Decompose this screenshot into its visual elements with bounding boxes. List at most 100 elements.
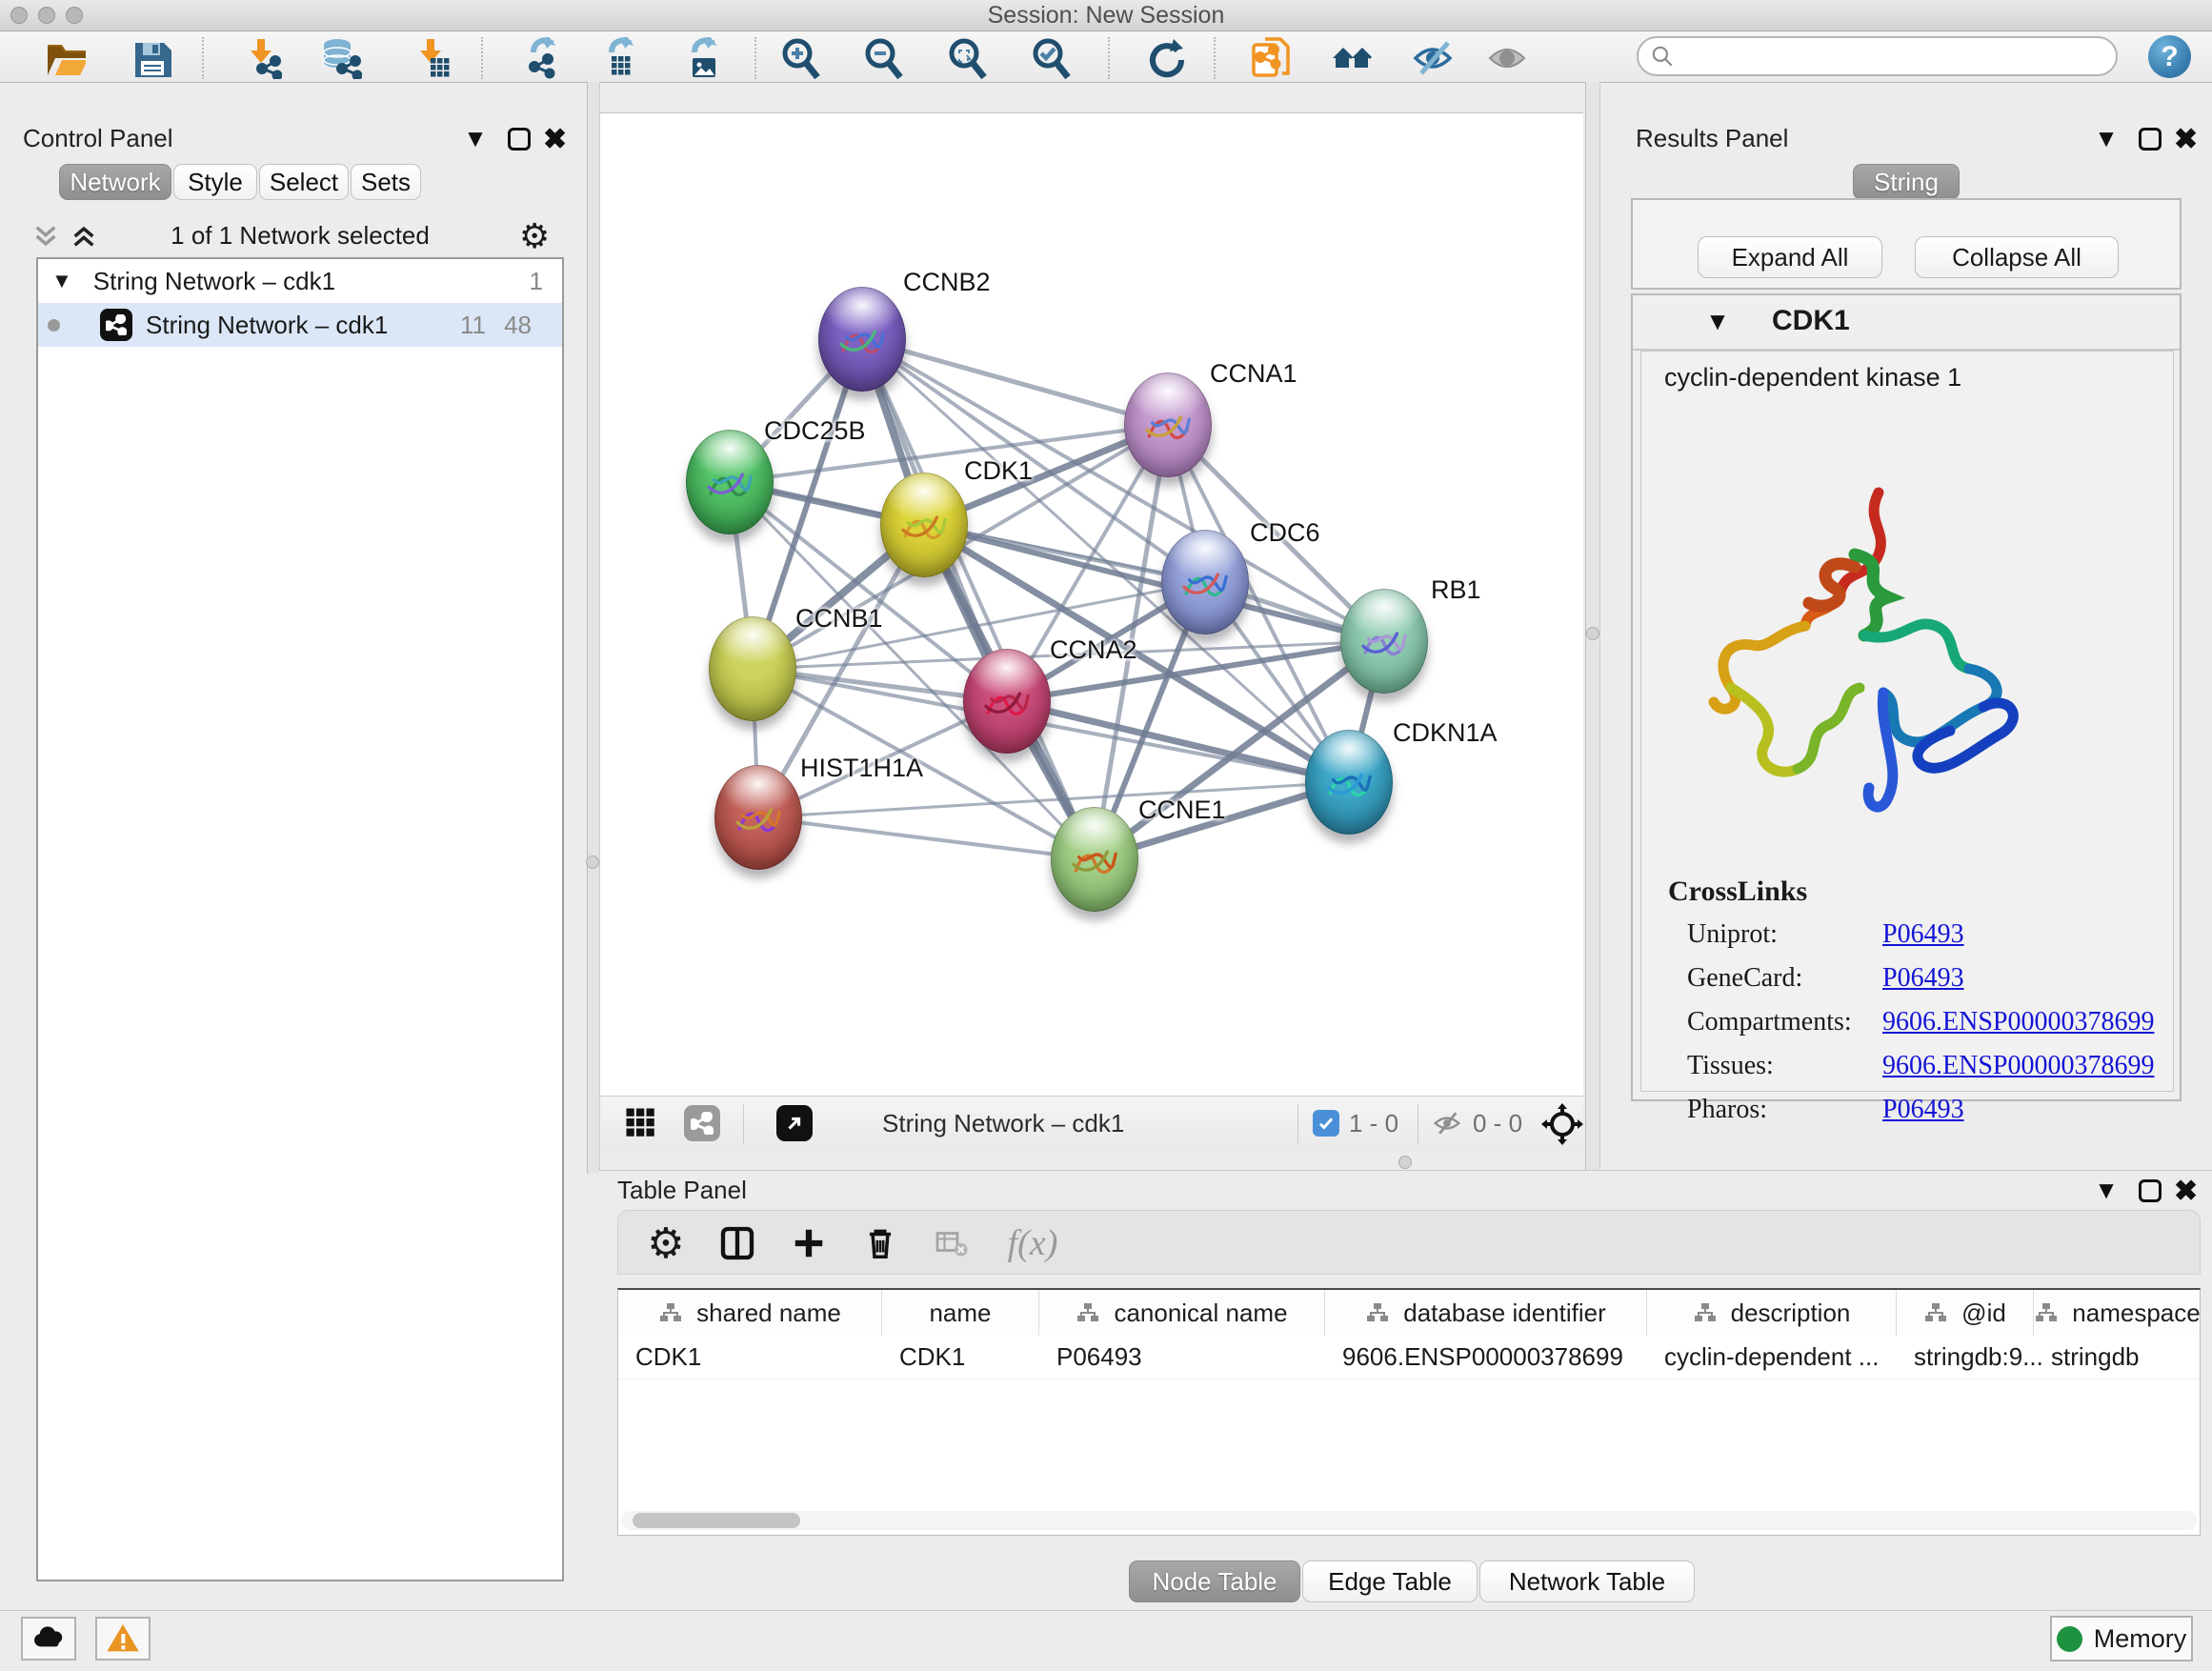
search-box[interactable] — [1637, 36, 2118, 76]
panel-close-icon[interactable]: ✖ — [2174, 126, 2198, 154]
node-table[interactable]: shared nameCDK1nameCDK1canonical nameP06… — [617, 1288, 2201, 1536]
network-tree-row[interactable]: ▼ String Network – cdk1 1 — [38, 259, 562, 303]
table-cell[interactable]: 9606.ENSP00000378699 — [1325, 1336, 1647, 1379]
refresh-icon[interactable] — [1139, 38, 1189, 78]
node-CDK1[interactable] — [880, 473, 968, 577]
zoom-in-icon[interactable] — [775, 38, 825, 78]
table-cell[interactable]: stringdb:9... — [1897, 1336, 2034, 1379]
home-icon[interactable] — [1327, 38, 1377, 78]
table-cell[interactable]: stringdb — [2034, 1336, 2201, 1379]
node-CCNA1[interactable] — [1124, 372, 1212, 477]
right-splitter[interactable] — [1585, 82, 1600, 1174]
column-header-description[interactable]: description — [1647, 1290, 1897, 1336]
node-CDC6[interactable] — [1161, 530, 1249, 634]
panel-maximize-icon[interactable] — [508, 128, 531, 151]
tab-network[interactable]: Network — [59, 164, 171, 200]
crosslink-value-link[interactable]: 9606.ENSP00000378699 — [1882, 1007, 2154, 1037]
show-columns-icon[interactable] — [714, 1220, 761, 1266]
hidden-eye-slash-icon[interactable] — [1431, 1107, 1463, 1146]
search-input[interactable] — [1675, 42, 2116, 70]
birds-eye-view-icon[interactable] — [1541, 1103, 1583, 1152]
node-CCNB1[interactable] — [709, 616, 796, 721]
crosslink-value-link[interactable]: 9606.ENSP00000378699 — [1882, 1051, 2154, 1081]
scrollbar-thumb[interactable] — [633, 1513, 800, 1528]
column-header-sharedname[interactable]: shared name — [618, 1290, 882, 1336]
panel-float-icon[interactable]: ▼ — [459, 124, 492, 153]
zoom-out-icon[interactable] — [858, 38, 908, 78]
table-cell[interactable]: CDK1 — [618, 1336, 882, 1379]
table-settings-gear-icon[interactable]: ⚙ — [642, 1220, 690, 1266]
panel-maximize-icon[interactable] — [2139, 1179, 2162, 1202]
node-CCNE1[interactable] — [1051, 807, 1138, 912]
tab-node-table[interactable]: Node Table — [1129, 1560, 1300, 1602]
hide-selected-icon[interactable] — [1408, 38, 1458, 78]
cloud-button[interactable] — [21, 1617, 76, 1661]
network-tree-row[interactable]: String Network – cdk1 11 48 — [38, 303, 562, 347]
collapse-all-icon[interactable] — [30, 221, 61, 252]
protein-section-header[interactable]: ▼ CDK1 — [1633, 295, 2180, 351]
tab-select[interactable]: Select — [259, 164, 349, 200]
tab-style[interactable]: Style — [173, 164, 257, 200]
tab-string[interactable]: String — [1853, 164, 1960, 200]
show-all-icon[interactable] — [1482, 38, 1532, 78]
help-button[interactable]: ? — [2148, 35, 2191, 78]
gear-icon[interactable]: ⚙ — [519, 216, 550, 256]
column-header-name[interactable]: name — [882, 1290, 1039, 1336]
expand-all-button[interactable]: Expand All — [1698, 236, 1882, 278]
table-cell[interactable]: P06493 — [1039, 1336, 1325, 1379]
network-canvas[interactable]: CCNB2CCNA1CDC25BCDK1CDC6RB1CCNB1CCNA2CDK… — [600, 112, 1583, 1097]
tab-edge-table[interactable]: Edge Table — [1302, 1560, 1478, 1602]
crosslink-value-link[interactable]: P06493 — [1882, 919, 1964, 950]
bottom-splitter-handle[interactable] — [1398, 1156, 1412, 1169]
column-header-id[interactable]: @id — [1897, 1290, 2034, 1336]
collapse-all-button[interactable]: Collapse All — [1915, 236, 2119, 278]
memory-button[interactable]: Memory — [2050, 1616, 2193, 1661]
grid-view-icon[interactable] — [625, 1107, 659, 1148]
import-table-icon[interactable] — [406, 38, 455, 78]
open-in-window-icon[interactable] — [776, 1105, 813, 1141]
left-splitter[interactable] — [587, 82, 600, 1174]
panel-close-icon[interactable]: ✖ — [543, 126, 567, 154]
column-header-namespace[interactable]: namespace — [2034, 1290, 2201, 1336]
right-splitter-handle[interactable] — [1586, 627, 1599, 640]
expand-all-icon[interactable] — [69, 221, 99, 252]
node-RB1[interactable] — [1340, 589, 1428, 694]
selected-checkbox-icon[interactable] — [1313, 1110, 1339, 1137]
edge-CCNE1-HIST1H1A[interactable] — [758, 817, 1095, 859]
table-horizontal-scrollbar[interactable] — [621, 1511, 2197, 1530]
expand-triangle-icon[interactable]: ▼ — [51, 269, 72, 293]
panel-maximize-icon[interactable] — [2139, 128, 2162, 151]
left-splitter-handle[interactable] — [586, 856, 599, 869]
table-cell[interactable]: CDK1 — [882, 1336, 1039, 1379]
warnings-button[interactable] — [95, 1617, 151, 1661]
delete-column-trash-icon[interactable] — [856, 1220, 904, 1266]
string-style-icon[interactable] — [684, 1105, 720, 1141]
node-CCNA2[interactable] — [963, 649, 1051, 754]
duplicate-network-icon[interactable] — [1246, 38, 1296, 78]
crosslink-value-link[interactable]: P06493 — [1882, 1095, 1964, 1125]
export-network-icon[interactable] — [511, 38, 560, 78]
zoom-fit-icon[interactable] — [942, 38, 992, 78]
table-cell[interactable]: cyclin-dependent ... — [1647, 1336, 1897, 1379]
node-CDC25B[interactable] — [686, 430, 774, 534]
node-CCNB2[interactable] — [818, 287, 906, 392]
add-column-icon[interactable] — [785, 1220, 833, 1266]
node-CDKN1A[interactable] — [1305, 730, 1393, 835]
crosslink-value-link[interactable]: P06493 — [1882, 963, 1964, 994]
panel-close-icon[interactable]: ✖ — [2174, 1178, 2198, 1206]
open-session-icon[interactable] — [40, 38, 90, 78]
tab-network-table[interactable]: Network Table — [1479, 1560, 1695, 1602]
column-header-canonicalname[interactable]: canonical name — [1039, 1290, 1325, 1336]
import-network-icon[interactable] — [236, 38, 286, 78]
node-HIST1H1A[interactable] — [714, 765, 802, 870]
collapse-section-icon[interactable]: ▼ — [1701, 307, 1734, 336]
panel-float-icon[interactable]: ▼ — [2090, 124, 2122, 153]
save-session-icon[interactable] — [126, 38, 175, 78]
export-image-icon[interactable] — [672, 38, 721, 78]
panel-float-icon[interactable]: ▼ — [2090, 1176, 2122, 1205]
tab-sets[interactable]: Sets — [351, 164, 421, 200]
column-header-databaseidentifier[interactable]: database identifier — [1325, 1290, 1647, 1336]
export-table-icon[interactable] — [589, 38, 638, 78]
zoom-selected-icon[interactable] — [1026, 38, 1076, 78]
import-database-icon[interactable] — [316, 38, 366, 78]
